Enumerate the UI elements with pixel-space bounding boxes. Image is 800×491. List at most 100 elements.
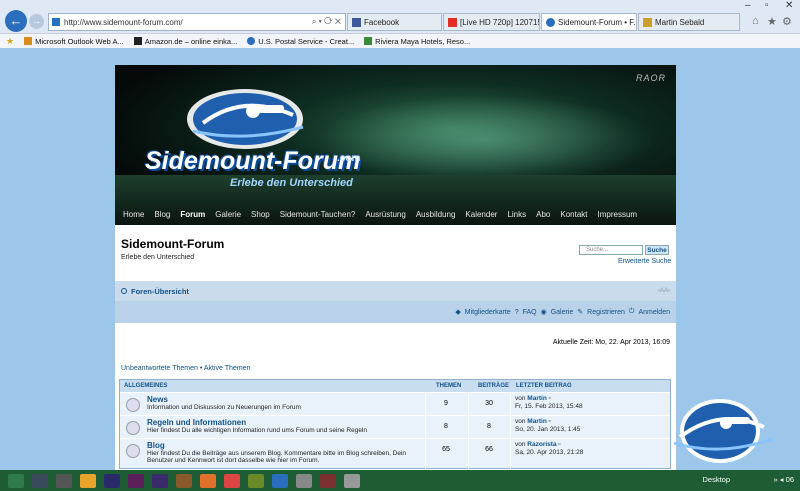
- minimize-icon[interactable]: –: [745, 0, 751, 11]
- favorite-usps[interactable]: U.S. Postal Service - Creat...: [247, 37, 354, 46]
- favorite-riviera[interactable]: Riviera Maya Hotels, Reso...: [364, 37, 470, 46]
- explorer-icon[interactable]: [80, 473, 96, 488]
- diver-logo: [187, 89, 304, 149]
- search-input[interactable]: Suche...: [579, 245, 643, 255]
- firefox-icon[interactable]: [200, 473, 216, 488]
- start-icon[interactable]: [8, 473, 24, 488]
- address-bar[interactable]: http://www.sidemount-forum.com/ ⌕ ▾ ⟳ ✕: [48, 13, 346, 31]
- site-claim: Erlebe den Unterschied: [230, 177, 353, 189]
- nav-forum[interactable]: Forum: [180, 210, 205, 219]
- url-text: http://www.sidemount-forum.com/: [64, 17, 183, 27]
- illustrator-icon[interactable]: [176, 473, 192, 488]
- favorite-label: Microsoft Outlook Web A...: [35, 36, 124, 46]
- last-post-author[interactable]: Martin: [527, 418, 547, 425]
- web-page: RAOR Sidemount-Forum .com Erlebe den Unt…: [115, 65, 676, 470]
- forum-row[interactable]: Blog Hier findest Du die Beiträge aus un…: [120, 438, 670, 469]
- diver-watermark-icon: [673, 399, 773, 463]
- last-post-author[interactable]: Razorista: [527, 441, 556, 448]
- column-divider: [510, 393, 511, 416]
- nav-abo[interactable]: Abo: [536, 210, 550, 219]
- forum-title[interactable]: Regeln und Informationen: [147, 418, 246, 427]
- tab-youtube[interactable]: [Live HD 720p] 120715 - P...: [443, 13, 540, 31]
- hp-icon[interactable]: [32, 473, 48, 488]
- encore-icon[interactable]: [152, 473, 168, 488]
- login-icon: ⏻: [628, 308, 635, 315]
- forum-table: ALLGEMEINES THEMEN BEITRÄGE LETZTER BEIT…: [119, 379, 671, 469]
- site-logo-text[interactable]: Sidemount-Forum: [145, 147, 360, 176]
- indesign-icon[interactable]: [128, 473, 144, 488]
- star-icon[interactable]: ★: [767, 15, 777, 28]
- tool-icon[interactable]: [296, 473, 312, 488]
- profile-icon: [643, 17, 652, 27]
- forum-description: Hier findest Du alle wichtigen Informati…: [147, 427, 368, 434]
- nav-links[interactable]: Links: [507, 210, 526, 219]
- favorites-bar: ★ Microsoft Outlook Web A... Amazon.de –…: [0, 33, 800, 48]
- nav-galerie[interactable]: Galerie: [215, 210, 241, 219]
- register-link[interactable]: Registrieren: [587, 309, 625, 316]
- section-title[interactable]: ALLGEMEINES: [124, 383, 167, 389]
- premiere-icon[interactable]: [104, 473, 120, 488]
- forum-row[interactable]: Regeln und Informationen Hier findest Du…: [120, 415, 670, 439]
- forum-row[interactable]: News Information und Diskussion zu Neuer…: [120, 392, 670, 416]
- browser-chrome: ← → http://www.sidemount-forum.com/ ⌕ ▾ …: [0, 0, 800, 48]
- nav-shop[interactable]: Shop: [251, 210, 270, 219]
- forum-title[interactable]: News: [147, 395, 168, 404]
- nav-ausbildung[interactable]: Ausbildung: [416, 210, 456, 219]
- system-tray[interactable]: » ◂ 06: [774, 475, 794, 484]
- gallery-link[interactable]: Galerie: [551, 309, 574, 316]
- favorite-outlook[interactable]: Microsoft Outlook Web A...: [24, 37, 124, 46]
- tab-martin[interactable]: Martin Sebald: [638, 13, 740, 31]
- nav-sidemount-tauchen[interactable]: Sidemount-Tauchen?: [280, 210, 356, 219]
- forum-title[interactable]: Blog: [147, 441, 165, 450]
- back-button[interactable]: ←: [5, 10, 27, 32]
- maximize-icon[interactable]: ▫: [765, 0, 769, 11]
- last-post-by: von: [515, 395, 526, 402]
- nav-ausruestung[interactable]: Ausrüstung: [365, 210, 405, 219]
- register-icon: ✎: [577, 309, 584, 316]
- favorites-star-icon[interactable]: ★: [6, 36, 14, 47]
- login-link[interactable]: Anmelden: [638, 309, 670, 316]
- advanced-search-link[interactable]: Erweiterte Suche: [618, 258, 671, 265]
- last-post-by: von: [515, 418, 526, 425]
- last-post-icon[interactable]: ▫: [558, 441, 560, 448]
- dreamweaver-icon[interactable]: [248, 473, 264, 488]
- app-icon[interactable]: [56, 473, 72, 488]
- nav-impressum[interactable]: Impressum: [598, 210, 638, 219]
- favorite-amazon[interactable]: Amazon.de – online einka...: [133, 36, 238, 46]
- forum-read-icon: [126, 421, 140, 435]
- last-post-icon[interactable]: ▫: [549, 395, 551, 402]
- chrome-icon[interactable]: [224, 473, 240, 488]
- font-resize-control[interactable]: ‹AA›: [658, 288, 670, 294]
- sidemount-icon: [546, 17, 555, 27]
- file-icon[interactable]: [344, 473, 360, 488]
- forum-table-header: ALLGEMEINES THEMEN BEITRÄGE LETZTER BEIT…: [120, 380, 670, 392]
- faq-link[interactable]: FAQ: [523, 309, 537, 316]
- address-controls[interactable]: ⌕ ▾ ⟳ ✕: [312, 17, 341, 27]
- nav-kontakt[interactable]: Kontakt: [560, 210, 587, 219]
- close-window-icon[interactable]: ✕: [785, 0, 793, 11]
- topic-count: 65: [442, 446, 450, 453]
- last-post-author[interactable]: Martin: [527, 395, 547, 402]
- last-post: von Razorista ▫ Sa, 20. Apr 2013, 21:28: [515, 441, 583, 457]
- desktop-toolbar[interactable]: Desktop: [702, 475, 730, 484]
- site-logo-tld: .com: [337, 153, 361, 164]
- nav-blog[interactable]: Blog: [154, 210, 170, 219]
- nav-kalender[interactable]: Kalender: [465, 210, 497, 219]
- tab-sidemount[interactable]: Sidemount-Forum • F... ✕: [541, 13, 637, 31]
- tab-label: Facebook: [364, 17, 400, 27]
- home-icon[interactable]: ⌂: [752, 15, 759, 27]
- last-post-icon[interactable]: ▫: [549, 418, 551, 425]
- search-button[interactable]: Suche: [645, 245, 669, 255]
- acrobat-icon[interactable]: [320, 473, 336, 488]
- forward-button[interactable]: →: [29, 14, 44, 29]
- ie-icon[interactable]: [272, 473, 288, 488]
- memberlist-link[interactable]: Mitgliederkarte: [465, 309, 511, 316]
- gear-icon[interactable]: ⚙: [782, 15, 792, 28]
- tab-facebook[interactable]: Facebook: [347, 13, 442, 31]
- favorite-label: U.S. Postal Service - Creat...: [258, 36, 355, 46]
- favorite-label: Amazon.de – online einka...: [144, 36, 238, 46]
- quick-links[interactable]: Unbeantwortete Themen • Aktive Themen: [121, 365, 250, 372]
- brand-mark: RAOR: [635, 73, 666, 83]
- breadcrumb[interactable]: Foren-Übersicht: [131, 287, 189, 296]
- nav-home[interactable]: Home: [123, 210, 144, 219]
